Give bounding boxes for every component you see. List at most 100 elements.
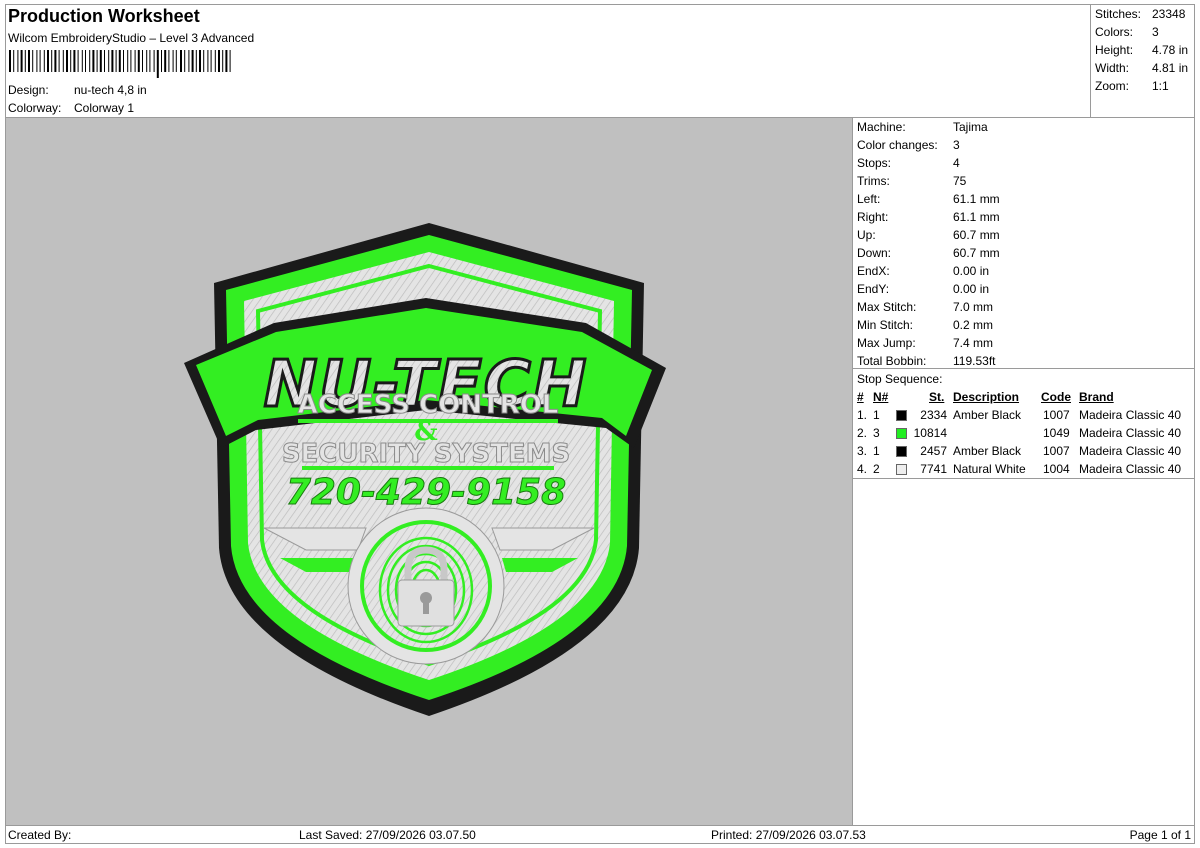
stat-label: Height:: [1095, 43, 1134, 57]
machine-info-row: Max Stitch: 7.0 mm: [857, 300, 993, 314]
info-value: Tajima: [953, 120, 988, 134]
info-value: 61.1 mm: [953, 192, 1000, 206]
color-swatch: [896, 410, 907, 421]
info-value: 60.7 mm: [953, 246, 1000, 260]
seq-code: 1049: [1043, 426, 1070, 440]
info-label: Max Jump:: [857, 336, 916, 350]
stat-zoom: Zoom: 1:1: [1095, 79, 1169, 93]
seq-num: 4.: [857, 462, 868, 476]
machine-info-row: Right: 61.1 mm: [857, 210, 1000, 224]
seq-needle: 1: [873, 444, 880, 458]
stop-sequence-title: Stop Sequence:: [857, 372, 943, 386]
col-n-header: N#: [873, 390, 889, 404]
seq-stitches: 10814: [913, 426, 947, 440]
software-name: Wilcom EmbroideryStudio – Level 3 Advanc…: [8, 31, 255, 45]
stat-stitches: Stitches: 23348: [1095, 7, 1185, 21]
info-value: 7.0 mm: [953, 300, 994, 314]
info-value: 4: [953, 156, 960, 170]
info-label: EndX:: [857, 264, 890, 278]
colorway-value: Colorway 1: [74, 101, 135, 115]
info-value: 75: [953, 174, 967, 188]
seq-stitches: 2334: [920, 408, 947, 422]
colorway-label: Colorway:: [8, 101, 62, 115]
stat-value: 4.78 in: [1152, 43, 1189, 57]
stat-height: Height: 4.78 in: [1095, 43, 1188, 57]
seq-needle: 3: [873, 426, 880, 440]
seq-description: Natural White: [953, 462, 1026, 476]
seq-code: 1004: [1043, 462, 1070, 476]
design-row: Design: nu-tech 4,8 in: [8, 83, 147, 97]
colorway-row: Colorway: Colorway 1: [8, 101, 134, 115]
col-description-header: Description: [953, 390, 1020, 404]
machine-info-row: Trims: 75: [857, 174, 966, 188]
barcode: [9, 50, 231, 78]
info-label: Trims:: [857, 174, 890, 188]
seq-brand: Madeira Classic 40: [1079, 408, 1182, 422]
seq-needle: 2: [873, 462, 880, 476]
machine-info-row: Color changes: 3: [857, 138, 960, 152]
info-label: Right:: [857, 210, 889, 224]
seq-code: 1007: [1043, 408, 1070, 422]
design-label: Design:: [8, 83, 49, 97]
col-code-header: Code: [1041, 390, 1071, 404]
info-label: Stops:: [857, 156, 892, 170]
info-label: Max Stitch:: [857, 300, 917, 314]
seq-brand: Madeira Classic 40: [1079, 462, 1182, 476]
info-value: 7.4 mm: [953, 336, 994, 350]
info-label: Left:: [857, 192, 881, 206]
machine-info-row: EndY: 0.00 in: [857, 282, 989, 296]
machine-info-row: Machine: Tajima: [857, 120, 988, 134]
machine-info-row: EndX: 0.00 in: [857, 264, 989, 278]
stat-value: 4.81 in: [1152, 61, 1189, 75]
info-divider: [853, 368, 1195, 369]
info-value: 0.2 mm: [953, 318, 994, 332]
stat-label: Zoom:: [1095, 79, 1130, 93]
info-value: 119.53ft: [953, 354, 996, 368]
machine-info-row: Min Stitch: 0.2 mm: [857, 318, 993, 332]
phone-number: 720-429-9158: [286, 472, 566, 513]
col-num-header: #: [857, 390, 864, 404]
stat-colors: Colors: 3: [1095, 25, 1159, 39]
seq-stitches: 7741: [920, 462, 947, 476]
color-swatch: [896, 428, 907, 439]
line-access-control: ACCESS CONTROL: [298, 390, 559, 420]
info-value: 60.7 mm: [953, 228, 1000, 242]
info-label: Color changes:: [857, 138, 938, 152]
stat-label: Colors:: [1095, 25, 1134, 39]
machine-info-row: Max Jump: 7.4 mm: [857, 336, 993, 350]
seq-description: Amber Black: [953, 408, 1022, 422]
last-saved: Last Saved: 27/09/2026 03.07.50: [299, 828, 476, 842]
created-by: Created By:: [8, 828, 72, 842]
stat-value: 1:1: [1152, 79, 1169, 93]
machine-info-row: Up: 60.7 mm: [857, 228, 1000, 242]
info-label: Total Bobbin:: [857, 354, 927, 368]
seq-num: 3.: [857, 444, 868, 458]
machine-info-row: Total Bobbin: 119.53ft: [857, 354, 995, 368]
seq-brand: Madeira Classic 40: [1079, 426, 1182, 440]
seq-description: Amber Black: [953, 444, 1022, 458]
info-label: EndY:: [857, 282, 890, 296]
machine-info-row: Left: 61.1 mm: [857, 192, 1000, 206]
machine-info-row: Stops: 4: [857, 156, 960, 170]
col-st-header: St.: [929, 390, 945, 404]
color-swatch: [896, 464, 907, 475]
info-value: 61.1 mm: [953, 210, 1000, 224]
stat-value: 3: [1152, 25, 1159, 39]
design-preview: NU-TECH ACCESS CONTROL & SECURITY SYSTEM…: [6, 118, 852, 825]
seq-num: 1.: [857, 408, 868, 422]
machine-info-panel: Machine: Tajima Color changes: 3 Stops: 4 Trim…: [853, 118, 1195, 825]
stat-value: 23348: [1152, 7, 1186, 21]
seq-num: 2.: [857, 426, 868, 440]
info-value: 0.00 in: [953, 264, 990, 278]
printed-date: Printed: 27/09/2026 03.07.53: [711, 828, 866, 842]
col-brand-header: Brand: [1079, 390, 1114, 404]
worksheet-title: Production Worksheet: [8, 6, 200, 26]
machine-info-row: Down: 60.7 mm: [857, 246, 1000, 260]
color-swatch: [896, 446, 907, 457]
stat-label: Width:: [1095, 61, 1130, 75]
footer: Created By: Last Saved: 27/09/2026 03.07…: [6, 825, 1195, 844]
seq-needle: 1: [873, 408, 880, 422]
page-number: Page 1 of 1: [1129, 828, 1191, 842]
stat-width: Width: 4.81 in: [1095, 61, 1188, 75]
sequence-divider: [853, 478, 1195, 479]
